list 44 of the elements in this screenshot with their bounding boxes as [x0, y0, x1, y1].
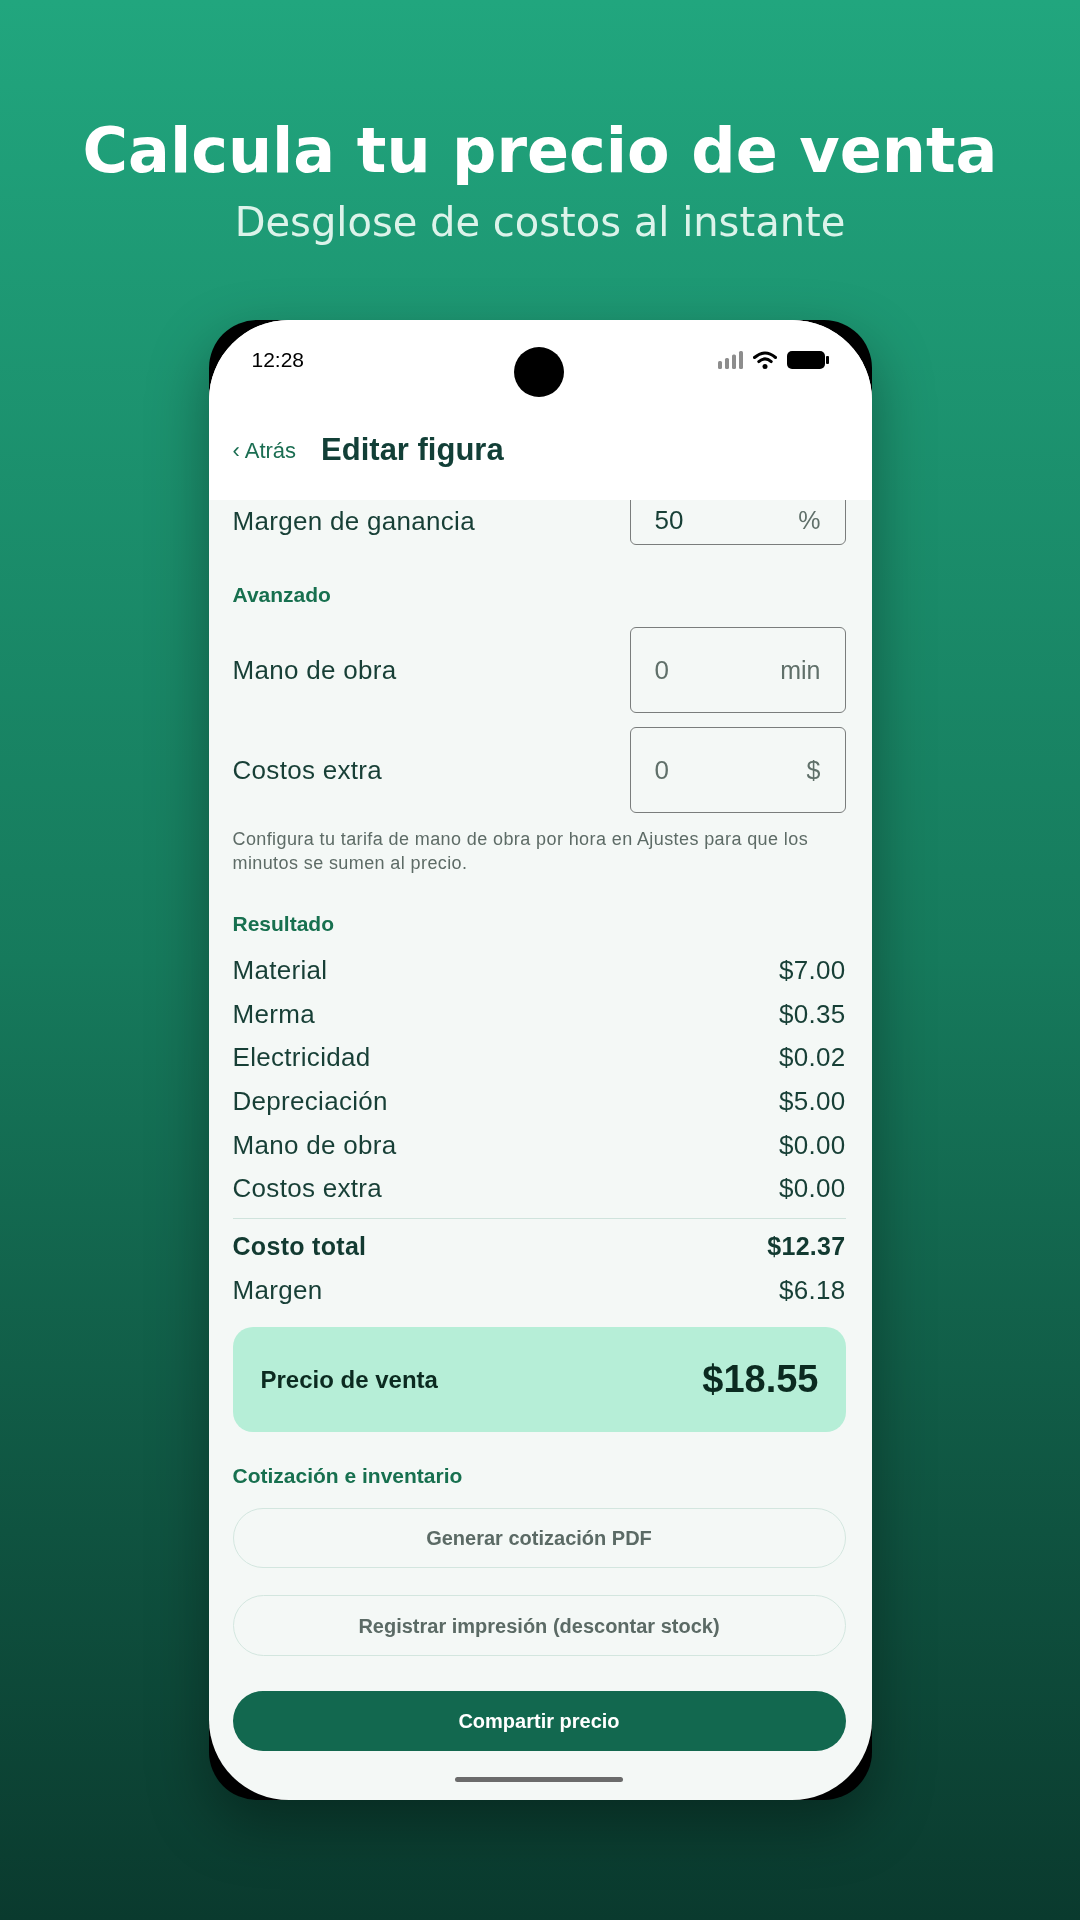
section-heading: Avanzado: [232, 583, 332, 607]
camera-cutout: [513, 347, 564, 397]
cost-value: $0.35: [778, 997, 846, 1031]
headline-title: Calcula tu precio de venta: [82, 115, 998, 187]
cost-value: $6.18: [778, 1273, 846, 1307]
field-label: Mano de obra: [232, 655, 397, 685]
cost-label: Costos extra: [232, 1172, 383, 1206]
cost-label: Margen: [232, 1273, 323, 1307]
section-heading: Cotización e inventario: [232, 1464, 464, 1489]
back-link[interactable]: ‹ Atrás: [232, 433, 297, 467]
cost-value: $7.00: [778, 954, 846, 988]
number-field[interactable]: 0 $: [629, 727, 846, 813]
field-value: 50: [654, 505, 684, 535]
field-placeholder: 0: [654, 655, 669, 685]
battery-icon: [786, 351, 829, 369]
cost-label: Material: [232, 954, 328, 988]
unit-suffix: $: [806, 755, 821, 785]
wifi-icon: [752, 351, 777, 369]
cost-value: $5.00: [778, 1085, 846, 1119]
price-value: $18.55: [702, 1357, 819, 1403]
screen-title: Editar figura: [321, 430, 504, 469]
share-price-button[interactable]: Compartir precio: [232, 1691, 846, 1752]
cost-value: $12.37: [767, 1230, 846, 1262]
help-text: Configura tu tarifa de mano de obra por hora en Ajustes para que los minutos se sumen al precio.: [232, 828, 810, 875]
unit-suffix: min: [780, 655, 821, 685]
field-label: Costos extra: [232, 755, 383, 785]
cost-label: Depreciación: [232, 1085, 388, 1119]
cost-value: $0.00: [778, 1172, 846, 1206]
cost-label: Electricidad: [232, 1041, 371, 1075]
cost-label: Mano de obra: [232, 1128, 397, 1162]
number-field[interactable]: 0 min: [629, 627, 846, 713]
cost-value: $0.02: [778, 1041, 846, 1075]
field-placeholder: 0: [654, 755, 669, 785]
number-field[interactable]: 50 %: [629, 500, 846, 545]
signal-icon: [717, 351, 743, 369]
price-label: Precio de venta: [260, 1364, 438, 1395]
cost-label: Merma: [232, 997, 315, 1031]
cost-label: Costo total: [232, 1230, 367, 1262]
status-time: 12:28: [251, 347, 305, 374]
unit-suffix: %: [798, 505, 821, 535]
headline-subtitle: Desglose de costos al instante: [234, 198, 846, 246]
cost-value: $0.00: [778, 1128, 846, 1162]
section-heading: Resultado: [232, 912, 335, 936]
field-label: Margen de ganancia: [232, 506, 475, 536]
